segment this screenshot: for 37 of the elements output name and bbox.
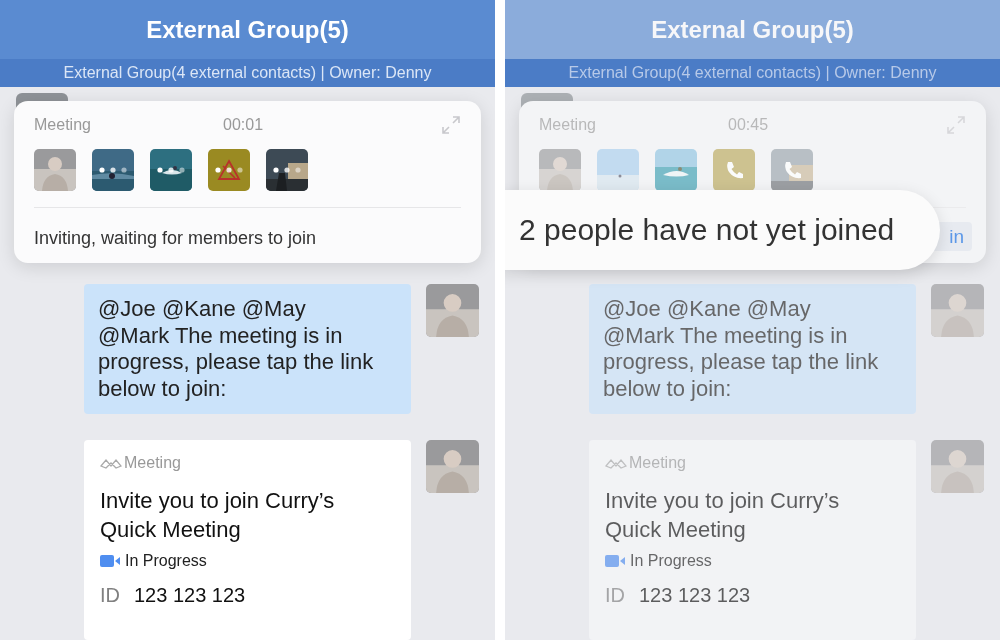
placeholder-tile <box>208 149 250 191</box>
video-camera-icon <box>605 555 625 567</box>
placeholder-tile <box>713 149 755 191</box>
meeting-state: In Progress <box>125 552 207 570</box>
meeting-brand: Meeting <box>124 454 181 472</box>
meeting-card[interactable]: Meeting Invite you to join Curry’s Quick Meeting In Progress ID 123 123 123 <box>84 440 411 640</box>
message-bubble: @Joe @Kane @May @Mark The meeting is in progress, please tap the link below to join: <box>589 284 916 414</box>
warning-icon <box>217 158 241 182</box>
toast-message: 2 people have not yet joined <box>505 190 940 270</box>
meeting-title: Invite you to join Curry’s Quick Meeting <box>605 487 841 544</box>
expand-icon[interactable] <box>946 115 966 135</box>
meeting-title: Invite you to join Curry’s Quick Meeting <box>100 487 336 544</box>
meeting-card[interactable]: Meeting Invite you to join Curry’s Quick Meeting In Progress ID 123 123 123 <box>589 440 916 640</box>
meeting-state: In Progress <box>630 552 712 570</box>
call-timer: 00:01 <box>223 116 265 134</box>
call-timer: 00:45 <box>728 116 770 134</box>
avatar <box>426 284 479 337</box>
group-info: External Group(4 external contacts) | Owner: Denny <box>0 59 495 87</box>
id-label: ID <box>605 584 625 607</box>
meeting-logo-icon <box>605 457 627 469</box>
expand-icon[interactable] <box>441 115 461 135</box>
video-camera-icon <box>100 555 120 567</box>
meeting-id: 123 123 123 <box>134 584 246 607</box>
meeting-brand: Meeting <box>629 454 686 472</box>
message-bubble: @Joe @Kane @May @Mark The meeting is in progress, please tap the link below to join: <box>84 284 411 414</box>
id-label: ID <box>100 584 120 607</box>
call-label: Meeting <box>34 116 92 134</box>
call-status: Inviting, waiting for members to join <box>34 228 318 249</box>
avatar <box>931 284 984 337</box>
chat-title: External Group(5) <box>0 0 495 60</box>
meeting-logo-icon <box>100 457 122 469</box>
chat-title: External Group(5) <box>505 0 1000 60</box>
group-info: External Group(4 external contacts) | Owner: Denny <box>505 59 1000 87</box>
avatar <box>931 440 984 493</box>
avatar <box>426 440 479 493</box>
call-label: Meeting <box>539 116 597 134</box>
meeting-id: 123 123 123 <box>639 584 751 607</box>
